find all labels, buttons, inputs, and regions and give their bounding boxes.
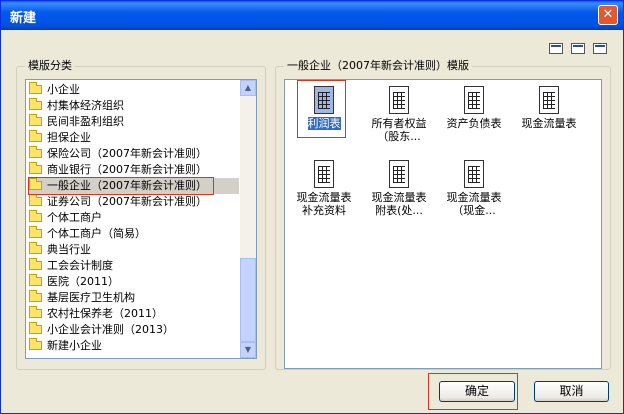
template-item[interactable]: 现金流量表 附表(处... bbox=[362, 160, 436, 217]
template-category-legend: 模版分类 bbox=[25, 59, 75, 73]
template-item[interactable]: 资产负债表 bbox=[437, 86, 511, 143]
small-icons-view-icon[interactable] bbox=[571, 43, 585, 54]
list-item[interactable]: 担保企业 bbox=[29, 129, 239, 146]
list-item-label: 小企业 bbox=[47, 83, 80, 96]
template-label: 现金流量表 bbox=[296, 191, 352, 204]
list-item-label: 民间非盈利组织 bbox=[47, 115, 124, 128]
table-document-icon bbox=[389, 160, 409, 188]
title-bar[interactable]: 新建 ✕ bbox=[1, 1, 623, 30]
highlight-box-ok bbox=[428, 373, 518, 410]
list-item[interactable]: 新建小企业 bbox=[29, 337, 239, 354]
folder-icon bbox=[29, 225, 42, 238]
list-item[interactable]: 基层医疗卫生机构 bbox=[29, 289, 239, 306]
table-document-icon bbox=[464, 86, 484, 114]
close-icon[interactable]: ✕ bbox=[598, 5, 618, 25]
list-item-label: 个体工商户 bbox=[47, 211, 102, 224]
list-item[interactable]: 民间非盈利组织 bbox=[29, 113, 239, 130]
folder-icon bbox=[29, 161, 42, 174]
list-item[interactable]: 个体工商户（简易） bbox=[29, 225, 239, 242]
folder-icon bbox=[29, 257, 42, 270]
template-sublabel: 补充资料 bbox=[302, 204, 346, 217]
folder-icon bbox=[29, 241, 42, 254]
folder-icon bbox=[29, 209, 42, 222]
template-label: 现金流量表 bbox=[371, 191, 427, 204]
list-item[interactable]: 商业银行（2007年新会计准则） bbox=[29, 161, 239, 178]
folder-icon bbox=[29, 81, 42, 94]
folder-icon bbox=[29, 337, 42, 350]
list-item[interactable]: 农村社保养老（2011） bbox=[29, 305, 239, 322]
list-item-label: 担保企业 bbox=[47, 131, 91, 144]
list-item[interactable]: 保险公司（2007年新会计准则） bbox=[29, 145, 239, 162]
list-item-label: 商业银行（2007年新会计准则） bbox=[47, 163, 207, 176]
template-category-list[interactable]: 小企业 村集体经济组织 民间非盈利组织 担保企业 保险公司（2007年新会计准则… bbox=[25, 79, 257, 359]
template-sublabel: 附表(处... bbox=[375, 204, 423, 217]
folder-icon bbox=[29, 129, 42, 142]
list-item[interactable]: 小企业 bbox=[29, 81, 239, 98]
highlight-box-category bbox=[28, 177, 214, 195]
list-item-label: 小企业会计准则（2013） bbox=[47, 323, 174, 336]
list-item-label: 村集体经济组织 bbox=[47, 99, 124, 112]
template-sublabel: （股东... bbox=[377, 130, 421, 143]
list-item-label: 工会会计制度 bbox=[47, 259, 113, 272]
folder-icon bbox=[29, 145, 42, 158]
folder-icon bbox=[29, 321, 42, 334]
new-dialog: 新建 ✕ 模版分类 小企业 村集体经济组织 民间非盈利组织 担保企业 保险公司（… bbox=[0, 0, 624, 414]
table-document-icon bbox=[314, 160, 334, 188]
list-item-label: 基层医疗卫生机构 bbox=[47, 291, 135, 304]
list-item[interactable]: 村集体经济组织 bbox=[29, 97, 239, 114]
list-item[interactable]: 医院（2011） bbox=[29, 273, 239, 290]
scroll-thumb[interactable] bbox=[240, 258, 256, 342]
folder-icon bbox=[29, 273, 42, 286]
table-document-icon bbox=[539, 86, 559, 114]
list-item[interactable]: 小企业会计准则（2013） bbox=[29, 321, 239, 338]
list-item[interactable]: 个体工商户 bbox=[29, 209, 239, 226]
template-group-legend: 一般企业（2007年新会计准则）模版 bbox=[284, 59, 472, 73]
list-item-label: 个体工商户（简易） bbox=[47, 227, 146, 240]
highlight-box-template bbox=[297, 80, 346, 138]
template-item[interactable]: 现金流量表 bbox=[512, 86, 586, 143]
template-item[interactable]: 现金流量表 （现金... bbox=[437, 160, 511, 217]
folder-icon bbox=[29, 113, 42, 126]
folder-icon bbox=[29, 289, 42, 302]
table-document-icon bbox=[464, 160, 484, 188]
window-title: 新建 bbox=[10, 11, 37, 26]
details-view-icon[interactable] bbox=[593, 43, 607, 54]
template-label: 现金流量表 bbox=[446, 191, 502, 204]
list-scrollbar[interactable]: ▲ ▼ bbox=[240, 80, 256, 358]
list-item[interactable]: 工会会计制度 bbox=[29, 257, 239, 274]
scroll-down-icon[interactable]: ▼ bbox=[240, 342, 256, 358]
scroll-up-icon[interactable]: ▲ bbox=[240, 80, 256, 96]
cancel-button[interactable]: 取消 bbox=[534, 381, 609, 402]
template-label: 资产负债表 bbox=[446, 117, 502, 130]
list-item-label: 典当行业 bbox=[47, 243, 91, 256]
list-item-label: 医院（2011） bbox=[47, 275, 119, 288]
template-label: 现金流量表 bbox=[521, 117, 577, 130]
table-document-icon bbox=[389, 86, 409, 114]
template-item[interactable]: 现金流量表 补充资料 bbox=[287, 160, 361, 217]
list-item-label: 农村社保养老（2011） bbox=[47, 307, 163, 320]
folder-icon bbox=[29, 193, 42, 206]
template-label: 所有者权益 bbox=[371, 117, 427, 130]
template-item[interactable]: 所有者权益 （股东... bbox=[362, 86, 436, 143]
list-item-label: 新建小企业 bbox=[47, 339, 102, 352]
folder-icon bbox=[29, 305, 42, 318]
template-sublabel: （现金... bbox=[452, 204, 496, 217]
list-item[interactable]: 证券公司（2007年新会计准则） bbox=[29, 193, 239, 210]
template-icon-pane[interactable]: 利润表 所有者权益 （股东... 资产负债表 现金流量表 现金流量表 补充资料 … bbox=[284, 79, 602, 369]
folder-icon bbox=[29, 97, 42, 110]
large-icons-view-icon[interactable] bbox=[549, 43, 563, 54]
list-item-label: 保险公司（2007年新会计准则） bbox=[47, 147, 207, 160]
list-item-label: 证券公司（2007年新会计准则） bbox=[47, 195, 207, 208]
list-item[interactable]: 典当行业 bbox=[29, 241, 239, 258]
